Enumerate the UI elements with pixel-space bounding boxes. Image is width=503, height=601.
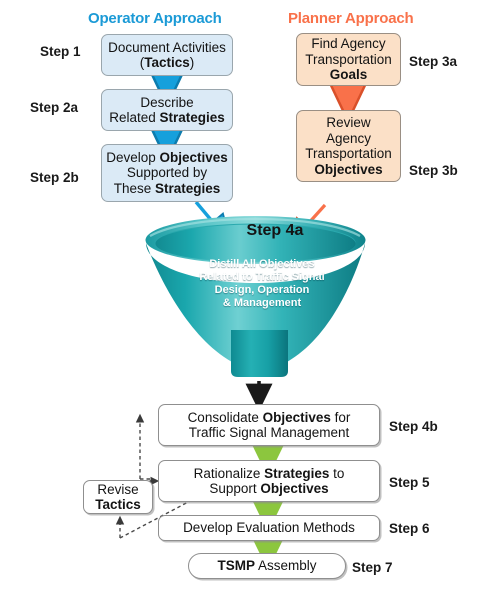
revise-tactics-word: Tactics	[95, 497, 141, 512]
box-describe-strategies[interactable]: Describe Related Strategies	[101, 89, 233, 131]
step-label-5: Step 5	[389, 475, 430, 490]
review-line1: Review	[326, 115, 371, 130]
consolidate-line1-post: for	[330, 409, 351, 425]
tsmp-acronym: TSMP	[217, 558, 255, 574]
planner-approach-title: Planner Approach	[288, 10, 414, 27]
step-label-4a: Step 4a	[246, 222, 304, 239]
goals-line2: Transportation	[305, 51, 392, 67]
box-develop-objectives[interactable]: Develop Objectives Supported by These St…	[101, 144, 233, 202]
consolidate-objectives-word: Objectives	[262, 409, 331, 425]
rationalize-objectives-word: Objectives	[260, 481, 329, 496]
box-review-agency-objectives[interactable]: Review Agency Transportation Objectives	[296, 110, 401, 182]
box-document-activities[interactable]: Document Activities (Tactics)	[101, 34, 233, 76]
goals-line1: Find Agency	[311, 36, 386, 52]
step-label-7: Step 7	[352, 560, 393, 575]
doc-activities-tactics: Tactics	[144, 55, 190, 70]
develop-objectives-word: Objectives	[159, 149, 228, 165]
box-consolidate-objectives[interactable]: Consolidate Objectives for Traffic Signa…	[158, 404, 380, 446]
diagram-canvas: Operator Approach Planner Approach Step …	[0, 0, 503, 601]
step-label-2b: Step 2b	[30, 170, 79, 185]
box-find-agency-goals[interactable]: Find Agency Transportation Goals	[296, 33, 401, 86]
funnel-l1-pre: Distill All	[209, 258, 260, 270]
step-label-3a: Step 3a	[409, 54, 458, 69]
operator-approach-title: Operator Approach	[88, 10, 222, 27]
funnel-l2: Related to Traffic Signal	[199, 271, 325, 283]
consolidate-line2: Traffic Signal Management	[188, 425, 350, 440]
step-label-4b: Step 4b	[389, 419, 438, 434]
consolidate-line1-pre: Consolidate	[187, 409, 263, 425]
goals-word: Goals	[329, 67, 368, 83]
funnel-caption: Distill All Objectives Related to Traffi…	[178, 258, 346, 310]
rationalize-line1-pre: Rationalize	[193, 465, 265, 481]
funnel-l3: Design, Operation	[214, 284, 310, 296]
box-revise-tactics[interactable]: Revise Tactics	[83, 480, 153, 514]
feedback-loop-to-step4b	[135, 413, 152, 480]
step-label-1: Step 1	[40, 44, 81, 59]
step-label-2a: Step 2a	[30, 100, 79, 115]
review-objectives-word: Objectives	[314, 161, 383, 177]
develop-strategies-word: Strategies	[155, 180, 221, 196]
box-tsmp-assembly[interactable]: TSMP Assembly	[188, 553, 346, 579]
revise-line1: Revise	[97, 481, 139, 497]
describe-line1: Describe	[140, 94, 194, 110]
review-line2: Agency	[325, 130, 371, 146]
funnel-objectives-word: Objectives	[259, 258, 315, 270]
funnel-l4: & Management	[222, 297, 302, 309]
step-label-6: Step 6	[389, 521, 430, 536]
rationalize-line1-post: to	[329, 465, 345, 481]
describe-line2-pre: Related	[109, 110, 160, 125]
doc-activities-paren-close: )	[189, 55, 195, 70]
tsmp-assembly-word: Assembly	[254, 558, 317, 574]
describe-strategies-word: Strategies	[159, 110, 225, 125]
doc-activities-line1: Document Activities	[108, 39, 226, 55]
develop-line2: Supported by	[126, 165, 208, 181]
develop-evaluation-line1: Develop Evaluation Methods	[183, 520, 355, 536]
box-rationalize-strategies[interactable]: Rationalize Strategies to Support Object…	[158, 460, 380, 502]
box-develop-evaluation-methods[interactable]: Develop Evaluation Methods	[158, 515, 380, 541]
rationalize-strategies-word: Strategies	[264, 465, 330, 481]
develop-line3-pre: These	[113, 180, 155, 196]
step-label-3b: Step 3b	[409, 163, 458, 178]
develop-line1-pre: Develop	[106, 149, 160, 165]
rationalize-line2-pre: Support	[209, 481, 261, 496]
review-line3: Transportation	[305, 146, 392, 161]
